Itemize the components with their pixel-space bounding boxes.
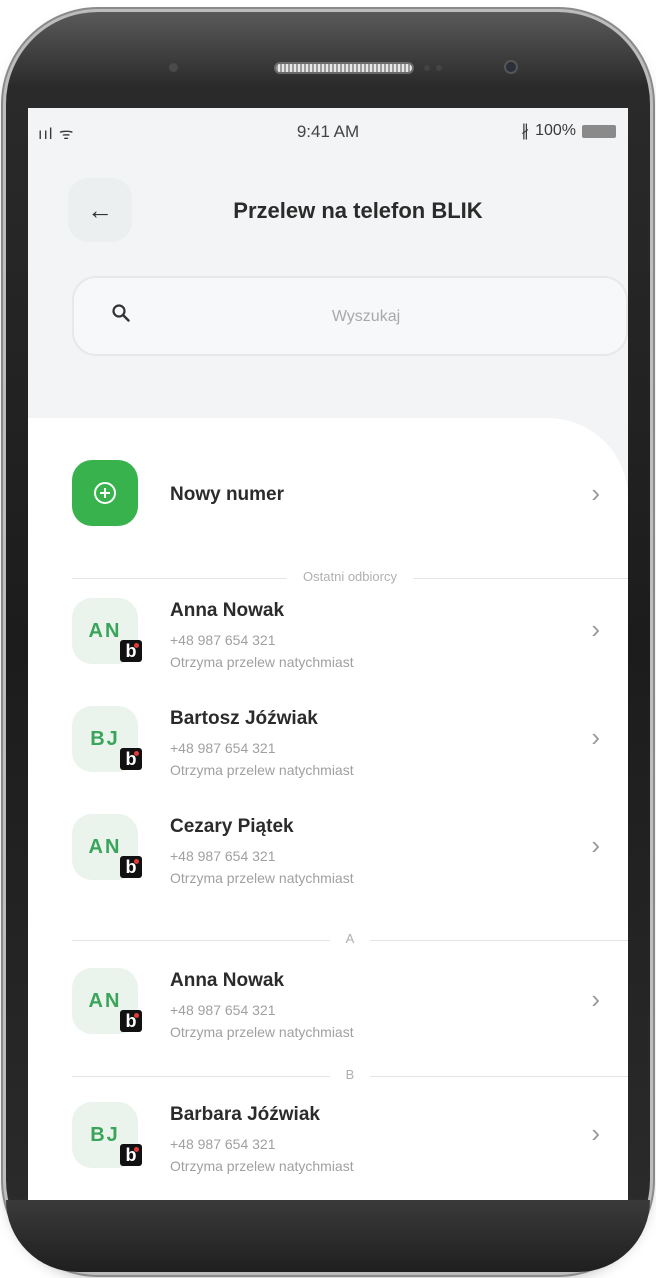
- section-label-text: B: [329, 1067, 371, 1082]
- contact-note: Otrzyma przelew natychmiast: [170, 1024, 354, 1040]
- bluetooth-icon: ∦: [521, 123, 530, 140]
- contact-phone: +48 987 654 321: [170, 1136, 276, 1152]
- contact-name: Barbara Jóźwiak: [170, 1104, 320, 1125]
- contact-note: Otrzyma przelew natychmiast: [170, 870, 354, 886]
- chevron-right-icon: ›: [591, 614, 600, 644]
- section-label-text: Ostatni odbiorcy: [287, 569, 413, 584]
- plus-circle-icon: [94, 482, 116, 504]
- chevron-right-icon: ›: [591, 478, 600, 508]
- arrow-left-icon: ←: [87, 194, 113, 225]
- back-button[interactable]: ←: [68, 178, 132, 242]
- battery-icon: [582, 124, 616, 138]
- new-number-label: Nowy numer: [170, 484, 285, 505]
- top-bezel: [6, 12, 650, 108]
- contact-phone: +48 987 654 321: [170, 1002, 276, 1018]
- contact-note: Otrzyma przelew natychmiast: [170, 1158, 354, 1174]
- battery-status: ∦ 100%: [521, 121, 616, 141]
- search-input[interactable]: [234, 300, 498, 334]
- sensor-dot: [436, 65, 442, 71]
- blik-badge-icon: b: [120, 856, 142, 878]
- contact-note: Otrzyma przelew natychmiast: [170, 762, 354, 778]
- contact-phone: +48 987 654 321: [170, 740, 276, 756]
- front-camera: [504, 60, 518, 74]
- chevron-right-icon: ›: [591, 984, 600, 1014]
- status-bar: ııl ᯤ 9:41 AM ∦ 100%: [28, 108, 628, 152]
- search-bar[interactable]: [72, 276, 628, 356]
- contact-note: Otrzyma przelew natychmiast: [170, 654, 354, 670]
- app-screen: ııl ᯤ 9:41 AM ∦ 100% ← Przelew na telefo…: [28, 108, 628, 1200]
- section-label: Ostatni odbiorcy: [72, 569, 628, 584]
- blik-badge-icon: b: [120, 1010, 142, 1032]
- contact-row[interactable]: AN b Cezary Piątek +48 987 654 321 Otrzy…: [28, 804, 628, 912]
- chevron-right-icon: ›: [591, 830, 600, 860]
- speaker-grille: [274, 62, 414, 74]
- contact-name: Bartosz Jóźwiak: [170, 708, 318, 729]
- contact-row[interactable]: BJ b Barbara Jóźwiak +48 987 654 321 Otr…: [28, 1092, 628, 1200]
- page-title: Przelew na telefon BLIK: [233, 198, 483, 223]
- chevron-right-icon: ›: [591, 1118, 600, 1148]
- bottom-bezel: [6, 1200, 650, 1272]
- sensor-dot: [169, 63, 178, 72]
- section-label-text: A: [329, 931, 371, 946]
- search-icon: [112, 304, 130, 322]
- contact-phone: +48 987 654 321: [170, 848, 276, 864]
- section-label: A: [72, 931, 628, 946]
- section-divider: Ostatni odbiorcy: [72, 568, 628, 588]
- blik-badge-icon: b: [120, 640, 142, 662]
- contact-name: Cezary Piątek: [170, 816, 294, 837]
- blik-badge-icon: b: [120, 748, 142, 770]
- contact-phone: +48 987 654 321: [170, 632, 276, 648]
- add-number-button[interactable]: [72, 460, 138, 526]
- section-divider: A: [72, 930, 628, 950]
- blik-badge-icon: b: [120, 1144, 142, 1166]
- new-number-row[interactable]: Nowy numer ›: [28, 456, 628, 536]
- contact-row[interactable]: AN b Anna Nowak +48 987 654 321 Otrzyma …: [28, 588, 628, 696]
- section-divider: B: [72, 1066, 628, 1086]
- contact-row[interactable]: BJ b Bartosz Jóźwiak +48 987 654 321 Otr…: [28, 696, 628, 804]
- chevron-right-icon: ›: [591, 722, 600, 752]
- section-label: B: [72, 1067, 628, 1082]
- contact-name: Anna Nowak: [170, 600, 285, 621]
- phone-frame: ııl ᯤ 9:41 AM ∦ 100% ← Przelew na telefo…: [6, 12, 650, 1272]
- contact-name: Anna Nowak: [170, 970, 285, 991]
- sensor-dot: [424, 65, 430, 71]
- contact-row[interactable]: AN b Anna Nowak +48 987 654 321 Otrzyma …: [28, 958, 628, 1066]
- battery-percent: 100%: [535, 122, 576, 139]
